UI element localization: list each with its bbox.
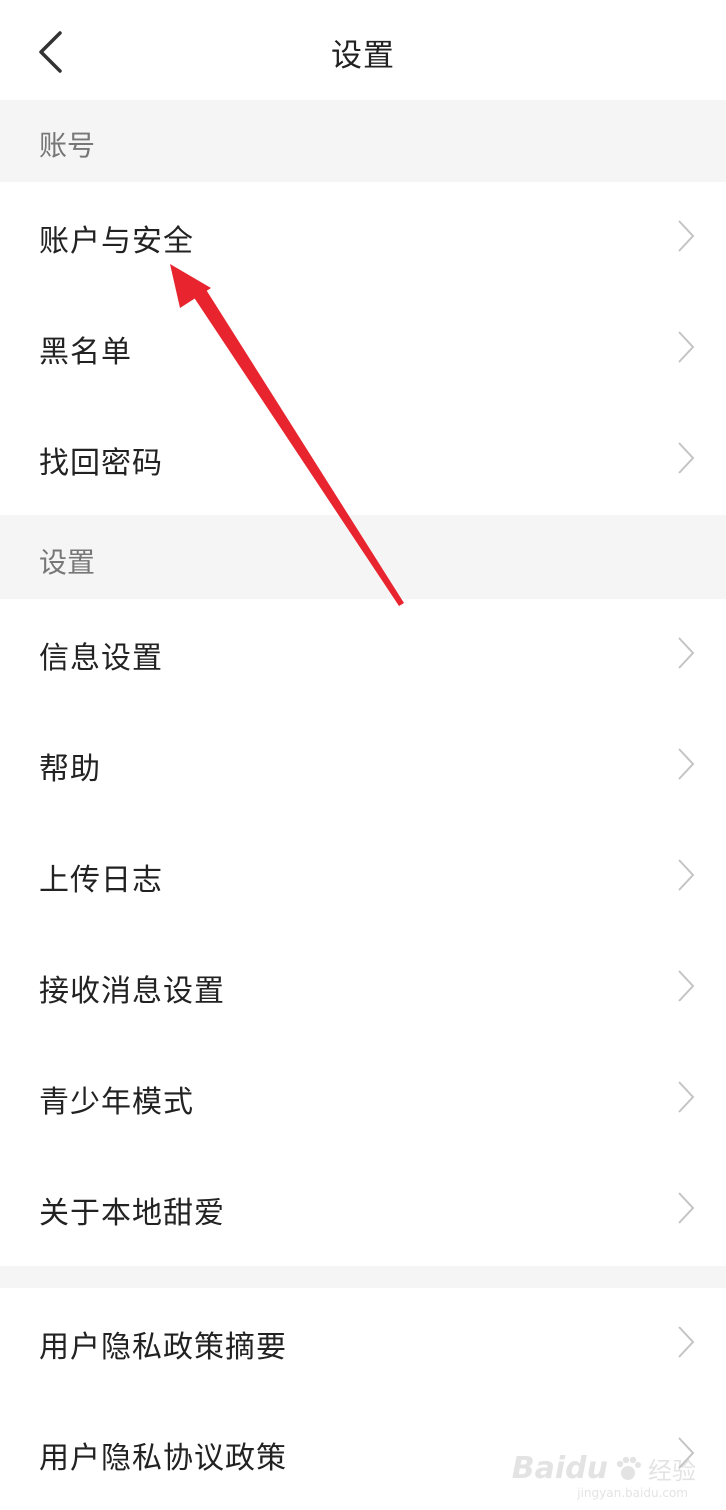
list-item-privacy-summary[interactable]: 用户隐私政策摘要 — [0, 1288, 726, 1399]
list-item-label: 青少年模式 — [39, 1085, 194, 1120]
baidu-jingyan-watermark: Baidu 经验 jingyan.baidu.com — [512, 1451, 696, 1500]
list-item-receive-message-settings[interactable]: 接收消息设置 — [0, 932, 726, 1043]
list-item-label: 帮助 — [39, 752, 101, 787]
chevron-right-icon — [678, 859, 695, 891]
chevron-right-icon — [678, 220, 695, 252]
list-item-label: 找回密码 — [39, 446, 163, 481]
section-label-account: 账号 — [39, 129, 96, 162]
list-item-label: 账户与安全 — [39, 224, 194, 259]
watermark-domain: jingyan.baidu.com — [577, 1486, 688, 1500]
chevron-right-icon — [678, 1081, 695, 1113]
chevron-right-icon — [678, 331, 695, 363]
list-item-blacklist[interactable]: 黑名单 — [0, 293, 726, 404]
list-item-account-security[interactable]: 账户与安全 — [0, 182, 726, 293]
chevron-right-icon — [678, 970, 695, 1002]
list-item-label: 信息设置 — [39, 641, 163, 676]
paw-icon — [616, 1456, 641, 1480]
top-bar: 设置 — [0, 0, 726, 100]
watermark-logo: Baidu 经验 — [512, 1451, 696, 1486]
list-item-label: 关于本地甜爱 — [39, 1196, 225, 1231]
section-label-settings: 设置 — [39, 546, 96, 579]
watermark-brand: Baidu — [511, 1451, 608, 1486]
list-item-label: 接收消息设置 — [39, 974, 225, 1009]
list-item-label: 用户隐私协议政策 — [39, 1441, 287, 1476]
chevron-right-icon — [678, 1326, 695, 1358]
list-item-about[interactable]: 关于本地甜爱 — [0, 1154, 726, 1265]
section-divider — [0, 1266, 726, 1288]
watermark-cn: 经验 — [648, 1457, 696, 1485]
section-header-account: 账号 — [0, 100, 726, 182]
chevron-right-icon — [678, 637, 695, 669]
chevron-right-icon — [678, 442, 695, 474]
chevron-right-icon — [678, 1192, 695, 1224]
page-title: 设置 — [331, 38, 395, 74]
list-item-help[interactable]: 帮助 — [0, 710, 726, 821]
list-item-label: 上传日志 — [39, 863, 163, 898]
list-item-recover-password[interactable]: 找回密码 — [0, 404, 726, 515]
list-item-message-settings[interactable]: 信息设置 — [0, 599, 726, 710]
list-item-teen-mode[interactable]: 青少年模式 — [0, 1043, 726, 1154]
list-item-label: 用户隐私政策摘要 — [39, 1330, 287, 1365]
list-item-upload-log[interactable]: 上传日志 — [0, 821, 726, 932]
list-item-label: 黑名单 — [39, 335, 132, 370]
section-header-settings: 设置 — [0, 515, 726, 599]
chevron-right-icon — [678, 748, 695, 780]
